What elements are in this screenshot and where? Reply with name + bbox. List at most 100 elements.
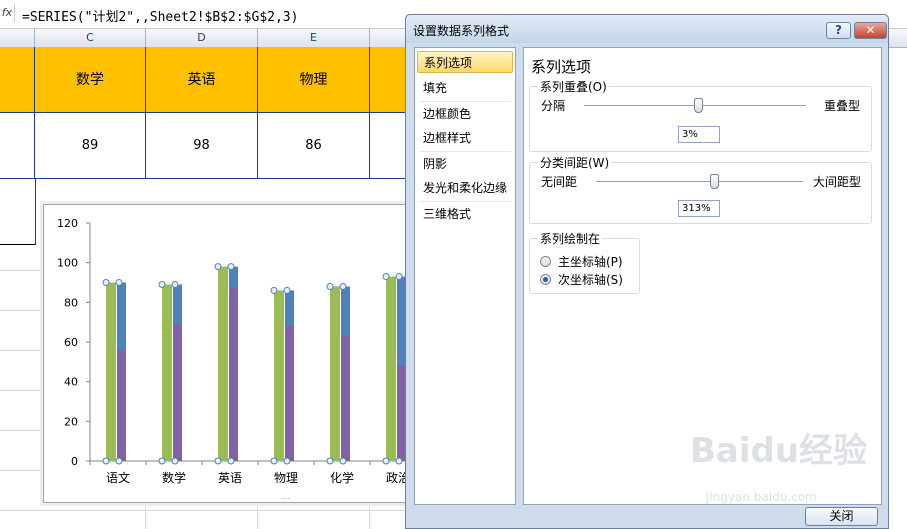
dialog-titlebar[interactable]: 设置数据系列格式 ? ✕ <box>406 15 888 43</box>
nav-glow-soft-edges[interactable]: 发光和柔化边缘 <box>417 177 513 199</box>
help-button[interactable]: ? <box>826 22 851 39</box>
selection-handle <box>115 457 123 465</box>
selection-handle <box>171 280 179 288</box>
primary-axis-radio[interactable] <box>540 256 551 267</box>
header-cell-math[interactable]: 数学 <box>35 47 146 113</box>
selection-handle <box>171 457 179 465</box>
y-tick-label: 80 <box>64 296 78 309</box>
value-cell-physics[interactable]: 86 <box>258 113 370 179</box>
chart-resize-grip: ···· <box>281 495 290 502</box>
value-cell-english[interactable]: 98 <box>146 113 258 179</box>
formula-text[interactable]: =SERIES("计划2",,Sheet2!$B$2:$G$2,3) <box>22 6 298 25</box>
selection-handle <box>326 457 334 465</box>
gap-min-label: 无间距 <box>541 175 578 189</box>
plot-series-on-label: 系列绘制在 <box>538 230 603 247</box>
gap-max-label: 大间距型 <box>813 175 862 189</box>
grid-cell <box>0 179 36 245</box>
nav-border-color[interactable]: 边框颜色 <box>417 103 513 125</box>
baidu-watermark-url: jingyan.baidu.com <box>706 490 817 504</box>
close-button[interactable]: 关闭 <box>805 507 878 526</box>
header-cell-english[interactable]: 英语 <box>146 47 258 113</box>
grid-line <box>0 270 43 271</box>
plot-series-on-group: 系列绘制在 主坐标轴(P) 次坐标轴(S) <box>529 230 640 294</box>
selection-handle <box>339 457 347 465</box>
column-header-f[interactable] <box>370 29 410 47</box>
column-header-e[interactable]: E <box>258 29 370 47</box>
bar-series-3 <box>117 349 126 461</box>
selection-handle <box>227 457 235 465</box>
gap-slider-thumb[interactable] <box>709 174 719 189</box>
dialog-title: 设置数据系列格式 <box>413 24 510 38</box>
selection-handle <box>382 457 390 465</box>
chart-resize-grip: ···· <box>281 205 290 209</box>
x-tick-label: 化学 <box>330 470 354 485</box>
overlap-value-input[interactable]: 3% <box>678 126 720 143</box>
bar-series-1 <box>218 266 228 461</box>
bar-series-3 <box>229 288 238 461</box>
selection-handle <box>158 457 166 465</box>
column-header-b[interactable] <box>0 29 35 47</box>
y-tick-label: 60 <box>64 336 78 349</box>
selection-handle <box>283 457 291 465</box>
value-cell-f[interactable] <box>370 113 410 179</box>
gap-value-input[interactable]: 313% <box>678 200 720 217</box>
selection-handle <box>214 263 222 271</box>
header-cell-physics[interactable]: 物理 <box>258 47 370 113</box>
column-chart[interactable]: 020406080100120语文 数学 英语 物理 化学 政治········ <box>44 201 411 503</box>
grid-line <box>0 510 405 511</box>
grid-line <box>257 501 258 529</box>
gap-width-label: 分类间距(W) <box>538 154 612 171</box>
header-cell-f[interactable] <box>370 47 410 113</box>
grid-line <box>0 350 43 351</box>
selection-handle <box>283 286 291 294</box>
header-cell-b[interactable] <box>0 47 35 113</box>
y-tick-label: 0 <box>71 455 78 468</box>
nav-fill[interactable]: 填充 <box>417 77 513 99</box>
selection-handle <box>227 263 235 271</box>
gap-slider-track[interactable] <box>596 181 803 182</box>
x-tick-label: 物理 <box>274 471 298 485</box>
selection-handle <box>214 457 222 465</box>
nav-shadow[interactable]: 阴影 <box>417 153 513 175</box>
secondary-axis-label[interactable]: 次坐标轴(S) <box>558 271 623 288</box>
close-x-button[interactable]: ✕ <box>854 22 887 39</box>
selection-handle <box>395 273 403 281</box>
fx-icon[interactable]: fx <box>0 4 15 22</box>
grid-line <box>0 430 43 431</box>
x-tick-label: 数学 <box>162 470 186 485</box>
y-tick-label: 120 <box>57 217 78 230</box>
grid-line <box>0 390 43 391</box>
bar-series-1 <box>386 276 396 461</box>
nav-3d-format[interactable]: 三维格式 <box>417 203 513 225</box>
column-header-d[interactable]: D <box>146 29 258 47</box>
selection-handle <box>339 282 347 290</box>
selection-handle <box>158 280 166 288</box>
selection-handle <box>382 273 390 281</box>
column-header-c[interactable]: C <box>35 29 146 47</box>
nav-series-options[interactable]: 系列选项 <box>417 51 513 73</box>
bar-series-1 <box>274 290 284 461</box>
bar-series-3 <box>341 336 350 461</box>
selection-handle <box>115 279 123 286</box>
gap-width-group: 分类间距(W) 无间距 大间距型 313% <box>529 154 872 224</box>
value-cell-math[interactable]: 89 <box>35 113 146 179</box>
secondary-axis-radio[interactable] <box>540 274 551 285</box>
grid-line <box>0 310 43 311</box>
selection-handle <box>102 279 110 286</box>
selection-handle <box>102 457 110 465</box>
nav-divider <box>419 201 511 202</box>
panel-title: 系列选项 <box>531 58 592 76</box>
series-overlap-label: 系列重叠(O) <box>538 78 609 95</box>
overlap-min-label: 分隔 <box>541 99 566 113</box>
overlap-slider-thumb[interactable] <box>694 98 704 113</box>
primary-axis-label[interactable]: 主坐标轴(P) <box>558 253 623 270</box>
chart-area[interactable]: 0 20 40 60 80 100 120 语文 数学 英语 物理 化学 政治 ···· ···· <box>43 201 412 503</box>
value-cell-b[interactable] <box>0 113 35 179</box>
baidu-watermark: Baidu经验 <box>690 431 868 471</box>
nav-border-style[interactable]: 边框样式 <box>417 127 513 149</box>
grid-line <box>369 501 370 529</box>
y-tick-label: 20 <box>64 415 78 428</box>
selection-handle <box>270 286 278 294</box>
bar-series-1 <box>162 284 172 461</box>
overlap-max-label: 重叠型 <box>824 99 861 113</box>
